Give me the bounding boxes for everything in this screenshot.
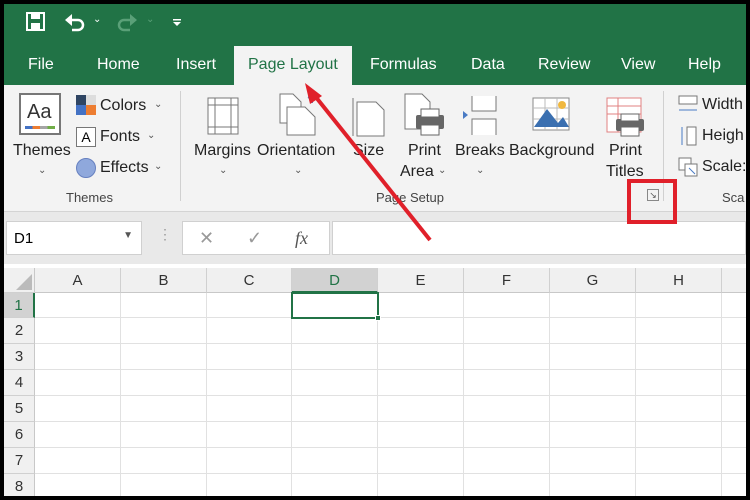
excel-window: ⌄ ⌄ File Home Insert Page Layout Formula… (4, 4, 746, 496)
annotation-highlight-box (627, 179, 677, 224)
annotation-arrow (313, 94, 432, 242)
annotation-overlay (305, 83, 677, 242)
